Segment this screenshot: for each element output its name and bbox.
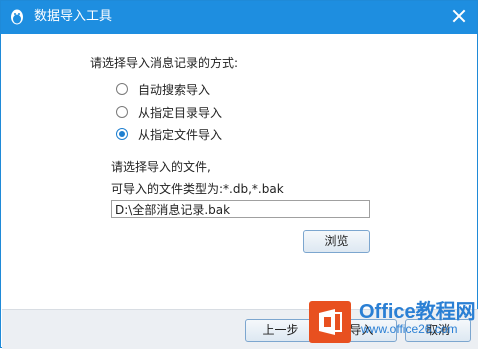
radio-auto-search[interactable] [116,83,128,95]
title-bar: 数据导入工具 [1,1,477,34]
import-dialog: 数据导入工具 请选择导入消息记录的方式: 自动搜索导入 从指定目录导入 从指定文… [0,0,478,349]
option-from-directory[interactable]: 从指定目录导入 [116,103,222,121]
browse-button[interactable]: 浏览 [303,230,370,253]
radio-from-file[interactable] [116,128,128,140]
option-label: 从指定文件导入 [138,127,223,142]
window-title: 数据导入工具 [34,9,113,24]
import-button[interactable]: 导入 [326,319,397,342]
import-method-prompt: 请选择导入消息记录的方式: [90,56,239,70]
file-types-hint: 可导入的文件类型为:*.db,*.bak [111,182,284,196]
previous-button[interactable]: 上一步 [245,319,316,342]
option-from-file[interactable]: 从指定文件导入 [116,125,222,143]
option-label: 自动搜索导入 [138,82,211,97]
radio-from-directory[interactable] [116,106,128,118]
close-icon[interactable] [451,8,467,24]
file-prompt: 请选择导入的文件, [111,160,211,174]
cancel-button[interactable]: 取消 [405,319,471,342]
file-path-input[interactable] [111,200,370,218]
option-label: 从指定目录导入 [138,105,223,120]
qq-penguin-icon [11,9,23,25]
option-auto-search[interactable]: 自动搜索导入 [116,80,210,98]
